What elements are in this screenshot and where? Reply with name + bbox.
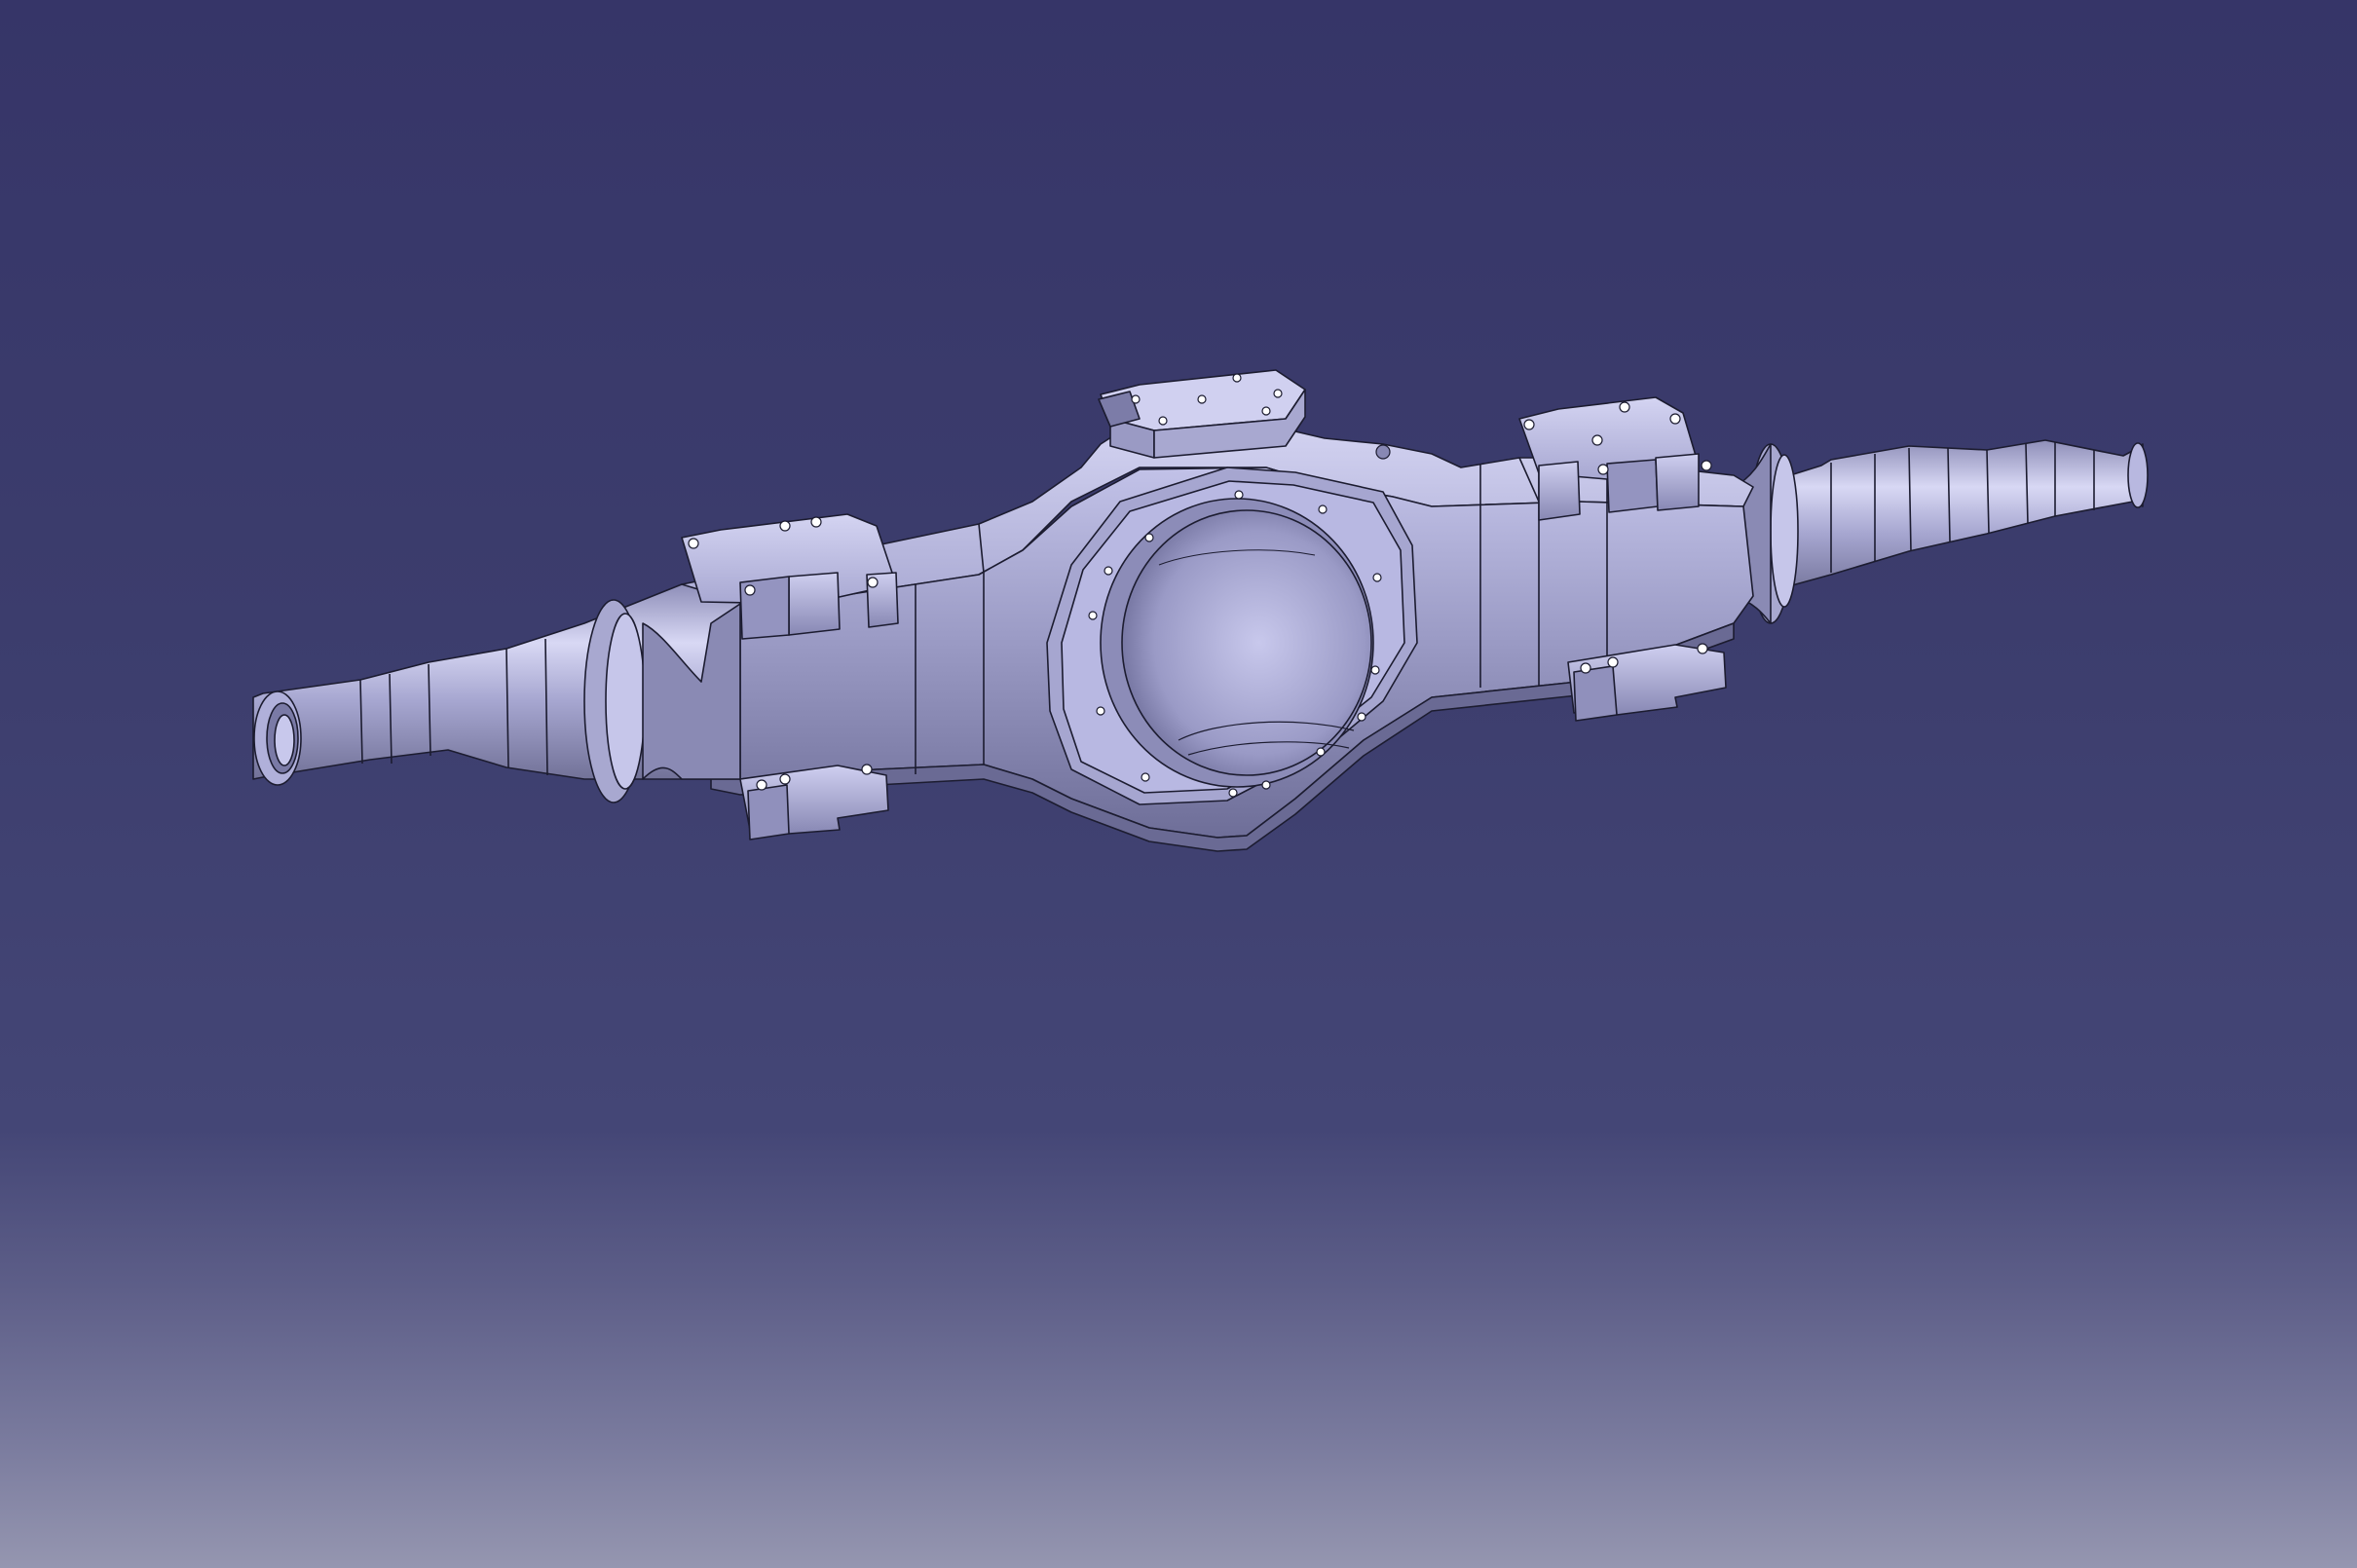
right-axle-spindle: [1733, 439, 2149, 624]
axle-housing-model[interactable]: [0, 0, 2357, 1568]
left-lower-spring-seat: [739, 764, 889, 840]
left-axle-spindle: [252, 583, 741, 803]
right-upper-spring-seat: [1518, 396, 1712, 521]
3d-viewport[interactable]: [0, 0, 2357, 1568]
